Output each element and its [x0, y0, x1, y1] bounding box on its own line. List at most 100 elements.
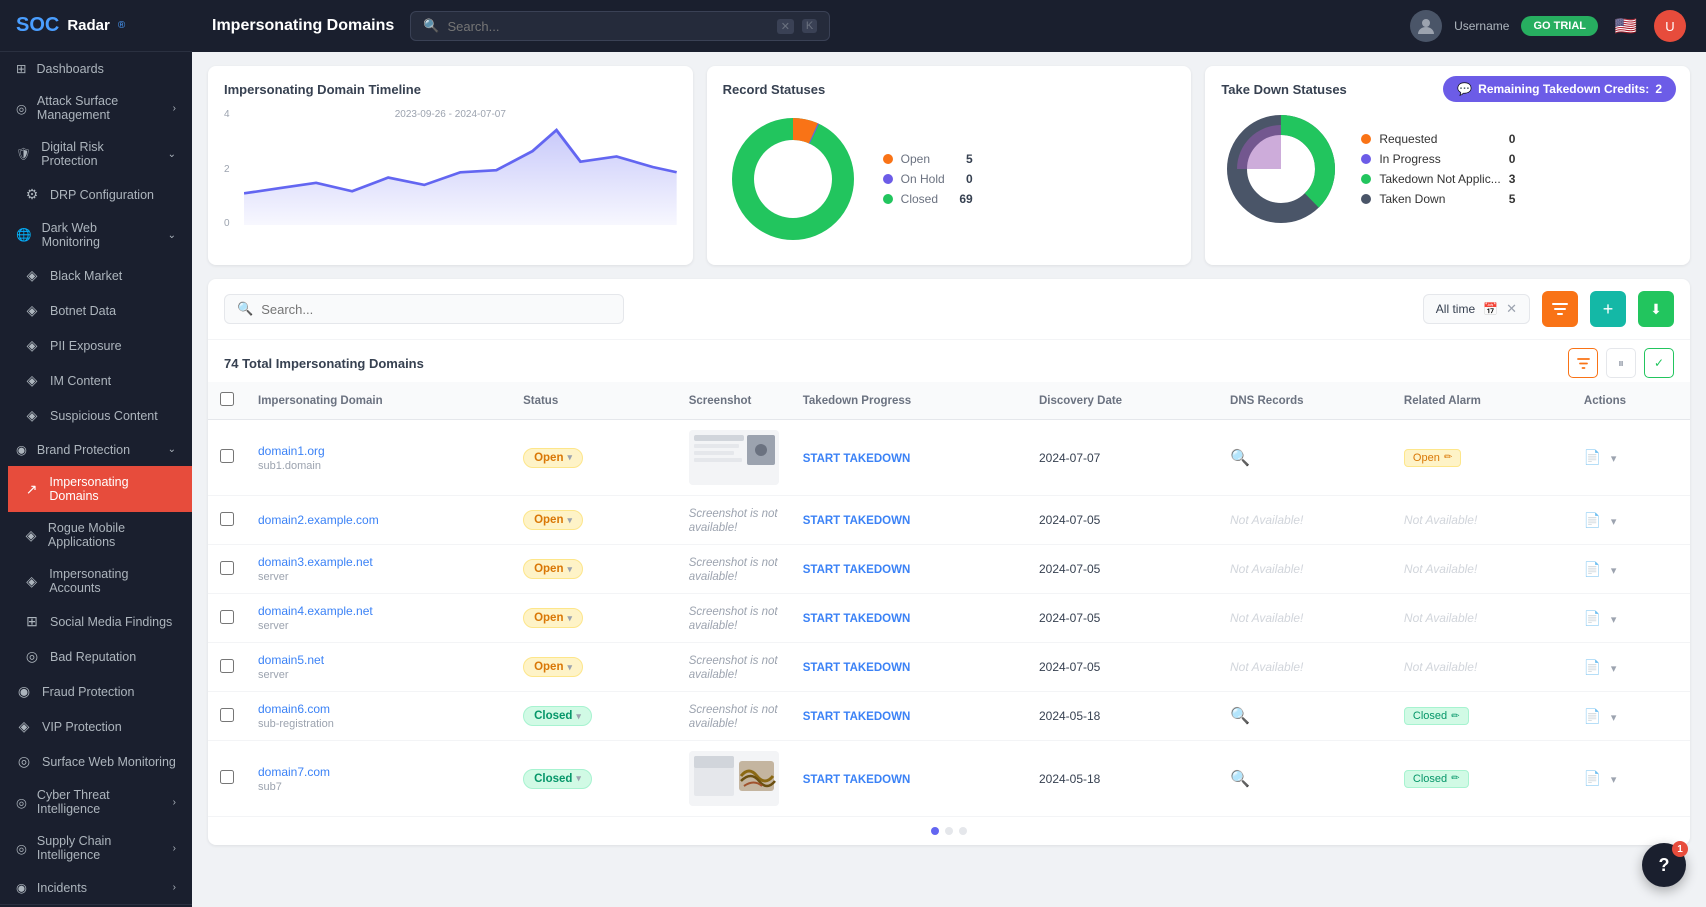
- domain-link[interactable]: domain3.example.net: [258, 555, 499, 569]
- dns-search-icon[interactable]: 🔍: [1230, 450, 1250, 467]
- table-check-btn[interactable]: ✓: [1644, 348, 1674, 378]
- sidebar-item-dashboards[interactable]: ⊞ Dashboards: [0, 52, 192, 85]
- col-screenshot: Screenshot: [677, 382, 791, 420]
- domain-link[interactable]: domain6.com: [258, 702, 499, 716]
- sidebar-item-dark-web[interactable]: 🌐 Dark Web Monitoring ⌄: [0, 212, 192, 258]
- document-icon[interactable]: 📄: [1584, 561, 1601, 577]
- dns-search-icon[interactable]: 🔍: [1230, 708, 1250, 725]
- sidebar-item-digital-risk[interactable]: 🛡 Digital Risk Protection ⌄: [0, 131, 192, 177]
- document-icon[interactable]: 📄: [1584, 610, 1601, 626]
- status-badge-open[interactable]: Open ▾: [523, 448, 583, 468]
- start-takedown-btn[interactable]: START TAKEDOWN: [803, 774, 911, 786]
- status-badge-open[interactable]: Open ▾: [523, 657, 583, 677]
- table-pause-btn[interactable]: ⏸: [1606, 348, 1636, 378]
- status-badge-open[interactable]: Open ▾: [523, 510, 583, 530]
- row-checkbox[interactable]: [220, 512, 234, 526]
- sidebar-item-attack-surface[interactable]: ◎ Attack Surface Management ›: [0, 85, 192, 131]
- topbar-avatar[interactable]: [1410, 10, 1442, 42]
- download-icon-button[interactable]: ⬇: [1638, 291, 1674, 327]
- table-filter-btn[interactable]: [1568, 348, 1598, 378]
- status-badge-open[interactable]: Open ▾: [523, 559, 583, 579]
- document-icon[interactable]: 📄: [1584, 708, 1601, 724]
- sidebar-item-surface-web[interactable]: ◎ Surface Web Monitoring: [0, 744, 192, 779]
- status-badge-open[interactable]: Open ▾: [523, 608, 583, 628]
- filter-icon-button[interactable]: [1542, 291, 1578, 327]
- alarm-badge-closed[interactable]: Closed ✏: [1404, 770, 1469, 788]
- row-checkbox[interactable]: [220, 659, 234, 673]
- domain-link[interactable]: domain4.example.net: [258, 604, 499, 618]
- sidebar-item-pii-exposure[interactable]: ◈ PII Exposure: [8, 328, 192, 363]
- table-search-input[interactable]: [261, 302, 611, 317]
- start-takedown-btn[interactable]: START TAKEDOWN: [803, 564, 911, 576]
- domain-link[interactable]: domain5.net: [258, 653, 499, 667]
- expand-icon[interactable]: ▾: [1611, 774, 1617, 786]
- sidebar-label-black-market: Black Market: [50, 269, 122, 283]
- date-filter[interactable]: All time 📅 ✕: [1423, 294, 1530, 324]
- pagination-dot[interactable]: [959, 827, 967, 835]
- filter-clear-icon[interactable]: ✕: [1506, 301, 1517, 317]
- start-takedown-btn[interactable]: START TAKEDOWN: [803, 711, 911, 723]
- start-takedown-btn[interactable]: START TAKEDOWN: [803, 453, 911, 465]
- sidebar-item-incidents[interactable]: ◉ Incidents ›: [0, 871, 192, 904]
- sidebar-item-rogue-mobile[interactable]: ◈ Rogue Mobile Applications: [8, 512, 192, 558]
- search-clear-icon[interactable]: ✕: [777, 19, 794, 34]
- topbar-search-input[interactable]: [447, 19, 768, 34]
- alarm-badge[interactable]: Open ✏: [1404, 449, 1461, 467]
- domain-subdomain: sub-registration: [258, 718, 334, 730]
- row-checkbox[interactable]: [220, 708, 234, 722]
- sidebar-item-suspicious[interactable]: ◈ Suspicious Content: [8, 398, 192, 433]
- status-badge-closed[interactable]: Closed ▾: [523, 706, 592, 726]
- sidebar-item-fraud-protection[interactable]: ◉ Fraud Protection: [0, 674, 192, 709]
- row-checkbox[interactable]: [220, 449, 234, 463]
- add-icon-button[interactable]: +: [1590, 291, 1626, 327]
- expand-icon[interactable]: ▾: [1611, 712, 1617, 724]
- row-checkbox[interactable]: [220, 610, 234, 624]
- takedown-container: Requested 0 In Progress 0 Takedown Not A…: [1221, 109, 1674, 229]
- sidebar-item-supply-chain[interactable]: ◎ Supply Chain Intelligence ›: [0, 825, 192, 871]
- domain-link[interactable]: domain1.org: [258, 444, 499, 458]
- upgrade-button[interactable]: GO TRIAL: [1521, 16, 1598, 36]
- sidebar-logo[interactable]: SOC Radar ®: [0, 0, 192, 52]
- expand-icon[interactable]: ▾: [1611, 516, 1617, 528]
- document-icon[interactable]: 📄: [1584, 659, 1601, 675]
- dns-search-icon[interactable]: 🔍: [1230, 771, 1250, 788]
- topbar-flag[interactable]: 🇺🇸: [1610, 10, 1642, 42]
- document-icon[interactable]: 📄: [1584, 449, 1601, 465]
- domain-link[interactable]: domain7.com: [258, 765, 499, 779]
- domain-link[interactable]: domain2.example.com: [258, 513, 499, 527]
- expand-icon[interactable]: ▾: [1611, 565, 1617, 577]
- sidebar-item-drp-config[interactable]: ⚙ DRP Configuration: [8, 177, 192, 212]
- sidebar-item-impersonating-domains[interactable]: ↗ Impersonating Domains: [8, 466, 192, 512]
- document-icon[interactable]: 📄: [1584, 770, 1601, 786]
- sidebar-item-social-media[interactable]: ⊞ Social Media Findings: [8, 604, 192, 639]
- row-checkbox[interactable]: [220, 770, 234, 784]
- start-takedown-btn[interactable]: START TAKEDOWN: [803, 613, 911, 625]
- start-takedown-btn[interactable]: START TAKEDOWN: [803, 662, 911, 674]
- status-badge-closed[interactable]: Closed ▾: [523, 769, 592, 789]
- floating-chat-button[interactable]: ? 1: [1642, 843, 1686, 887]
- start-takedown-btn[interactable]: START TAKEDOWN: [803, 515, 911, 527]
- sidebar-item-impersonating-accounts[interactable]: ◈ Impersonating Accounts: [8, 558, 192, 604]
- document-icon[interactable]: 📄: [1584, 512, 1601, 528]
- row-checkbox[interactable]: [220, 561, 234, 575]
- alarm-badge-closed[interactable]: Closed ✏: [1404, 707, 1469, 725]
- alarm-cell: Not Available!: [1392, 643, 1572, 692]
- sidebar-item-im-content[interactable]: ◈ IM Content: [8, 363, 192, 398]
- expand-icon[interactable]: ▾: [1611, 614, 1617, 626]
- expand-icon[interactable]: ▾: [1611, 663, 1617, 675]
- topbar-user-avatar[interactable]: U: [1654, 10, 1686, 42]
- sidebar-item-vip-protection[interactable]: ◈ VIP Protection: [0, 709, 192, 744]
- sidebar-label-surface: Surface Web Monitoring: [42, 755, 176, 769]
- alarm-edit-icon: ✏: [1451, 773, 1459, 784]
- sidebar-item-brand-protection[interactable]: ◉ Brand Protection ⌄: [0, 433, 192, 466]
- status-cell: Closed ▾: [511, 692, 677, 741]
- select-all-checkbox[interactable]: [220, 392, 234, 406]
- credits-banner[interactable]: 💬 Remaining Takedown Credits: 2: [1443, 76, 1676, 102]
- sidebar-item-black-market[interactable]: ◈ Black Market: [8, 258, 192, 293]
- pagination-dot[interactable]: [945, 827, 953, 835]
- expand-icon[interactable]: ▾: [1611, 453, 1617, 465]
- sidebar-item-botnet-data[interactable]: ◈ Botnet Data: [8, 293, 192, 328]
- sidebar-item-bad-reputation[interactable]: ◎ Bad Reputation: [8, 639, 192, 674]
- pagination-dot-active[interactable]: [931, 827, 939, 835]
- sidebar-item-cyber-threat[interactable]: ◎ Cyber Threat Intelligence ›: [0, 779, 192, 825]
